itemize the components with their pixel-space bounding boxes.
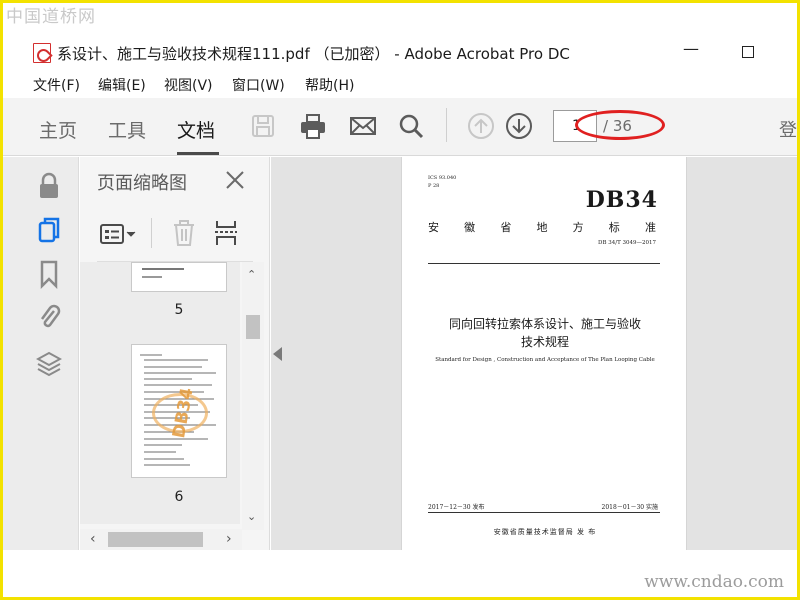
- thumbnail-label: 6: [174, 489, 184, 505]
- menu-bar: 文件(F) 编辑(E) 视图(V) 窗口(W) 帮助(H): [3, 72, 797, 96]
- layers-icon[interactable]: [36, 349, 62, 379]
- tab-tools[interactable]: 工具: [108, 116, 146, 143]
- menu-view[interactable]: 视图(V): [164, 75, 213, 95]
- doc-subtitle: Standard for Design , Construction and A…: [435, 357, 655, 363]
- maximize-button[interactable]: [742, 46, 754, 58]
- toolbar-separator: [446, 108, 447, 142]
- lock-icon[interactable]: [36, 171, 62, 201]
- delete-icon[interactable]: [171, 218, 197, 248]
- doc-publish-date: 2017－12－30 发布: [428, 504, 485, 511]
- doc-title-line1: 同向回转拉索体系设计、施工与验收: [448, 317, 641, 331]
- page-layout-icon[interactable]: [213, 218, 239, 248]
- pdf-file-icon: [33, 43, 51, 63]
- menu-file[interactable]: 文件(F): [33, 75, 80, 95]
- doc-implement-date: 2018－01－30 实施: [601, 504, 658, 511]
- panel-toolbar: [97, 208, 253, 262]
- menu-window[interactable]: 窗口(W): [232, 75, 285, 95]
- watermark-top-left: 中国道桥网: [6, 7, 96, 27]
- doc-header-rule: [428, 263, 660, 264]
- scroll-down-icon[interactable]: ⌄: [247, 510, 256, 523]
- pdf-page: ICS 93.040 P 28 DB34 安 徽 省 地 方 标 准 DB 34…: [401, 157, 687, 550]
- thumbnail-options-icon[interactable]: [99, 222, 141, 246]
- doc-title-line2: 技术规程: [520, 335, 569, 349]
- scroll-right-icon[interactable]: ›: [226, 531, 232, 547]
- doc-issuer: 安徽省质量技术监督局 发 布: [493, 528, 597, 536]
- thumbnail-list: 5 DB34 6: [80, 262, 240, 524]
- panel-title: 页面缩略图: [97, 173, 187, 194]
- watermark-bottom-right: www.cndao.com: [644, 572, 784, 592]
- horizontal-scroll-thumb[interactable]: [108, 532, 203, 547]
- previous-page-icon[interactable]: [467, 112, 495, 140]
- next-page-icon[interactable]: [505, 112, 533, 140]
- minimize-button[interactable]: —: [681, 39, 701, 65]
- thumbnail-panel: 页面缩略图 5 DB34 6 ⌃ ⌄ ‹ ›: [80, 157, 270, 550]
- doc-ics: ICS 93.040: [428, 175, 457, 181]
- menu-edit[interactable]: 编辑(E): [98, 75, 146, 95]
- doc-province: 安 徽 省 地 方 标 准: [428, 221, 656, 234]
- attachment-icon[interactable]: [36, 302, 62, 332]
- thumbnail-vertical-scrollbar[interactable]: ⌃ ⌄: [242, 262, 264, 530]
- left-tool-rail: [3, 157, 79, 550]
- annotation-ellipse: [575, 110, 665, 140]
- title-bar: 系设计、施工与验收技术规程111.pdf （已加密） - Adobe Acrob…: [3, 38, 797, 68]
- scroll-up-icon[interactable]: ⌃: [247, 268, 256, 281]
- doc-number: DB 34/T 3049—2017: [598, 240, 656, 246]
- login-button-partial[interactable]: 登: [779, 116, 797, 142]
- menu-help[interactable]: 帮助(H): [305, 75, 354, 95]
- thumbnail-label: 5: [174, 302, 184, 318]
- vertical-scroll-thumb[interactable]: [246, 315, 260, 339]
- doc-footer-rule: [428, 512, 660, 513]
- doc-ccs: P 28: [428, 183, 440, 189]
- active-tab-indicator: [177, 152, 219, 155]
- email-icon[interactable]: [349, 112, 377, 140]
- collapse-panel-icon[interactable]: [273, 347, 282, 361]
- thumbnail-page-5[interactable]: [131, 262, 227, 292]
- search-icon[interactable]: [397, 112, 425, 140]
- thumbnail-page-6[interactable]: DB34: [131, 344, 227, 478]
- doc-standard-code: DB34: [585, 187, 658, 213]
- print-icon[interactable]: [299, 112, 327, 140]
- scroll-left-icon[interactable]: ‹: [90, 531, 96, 547]
- window-title: 系设计、施工与验收技术规程111.pdf （已加密） - Adobe Acrob…: [57, 45, 570, 63]
- document-view: ICS 93.040 P 28 DB34 安 徽 省 地 方 标 准 DB 34…: [271, 157, 797, 550]
- save-icon[interactable]: [249, 112, 277, 140]
- bookmark-icon[interactable]: [36, 259, 62, 289]
- thumbnail-horizontal-scrollbar[interactable]: ‹ ›: [80, 529, 242, 550]
- tab-home[interactable]: 主页: [39, 116, 77, 143]
- tab-document[interactable]: 文档: [177, 116, 215, 143]
- toolbar: 主页 工具 文档 1 / 36 登: [3, 98, 797, 156]
- close-icon[interactable]: [225, 169, 245, 191]
- page-thumbnails-icon[interactable]: [36, 215, 62, 245]
- panel-tools-separator: [151, 218, 152, 248]
